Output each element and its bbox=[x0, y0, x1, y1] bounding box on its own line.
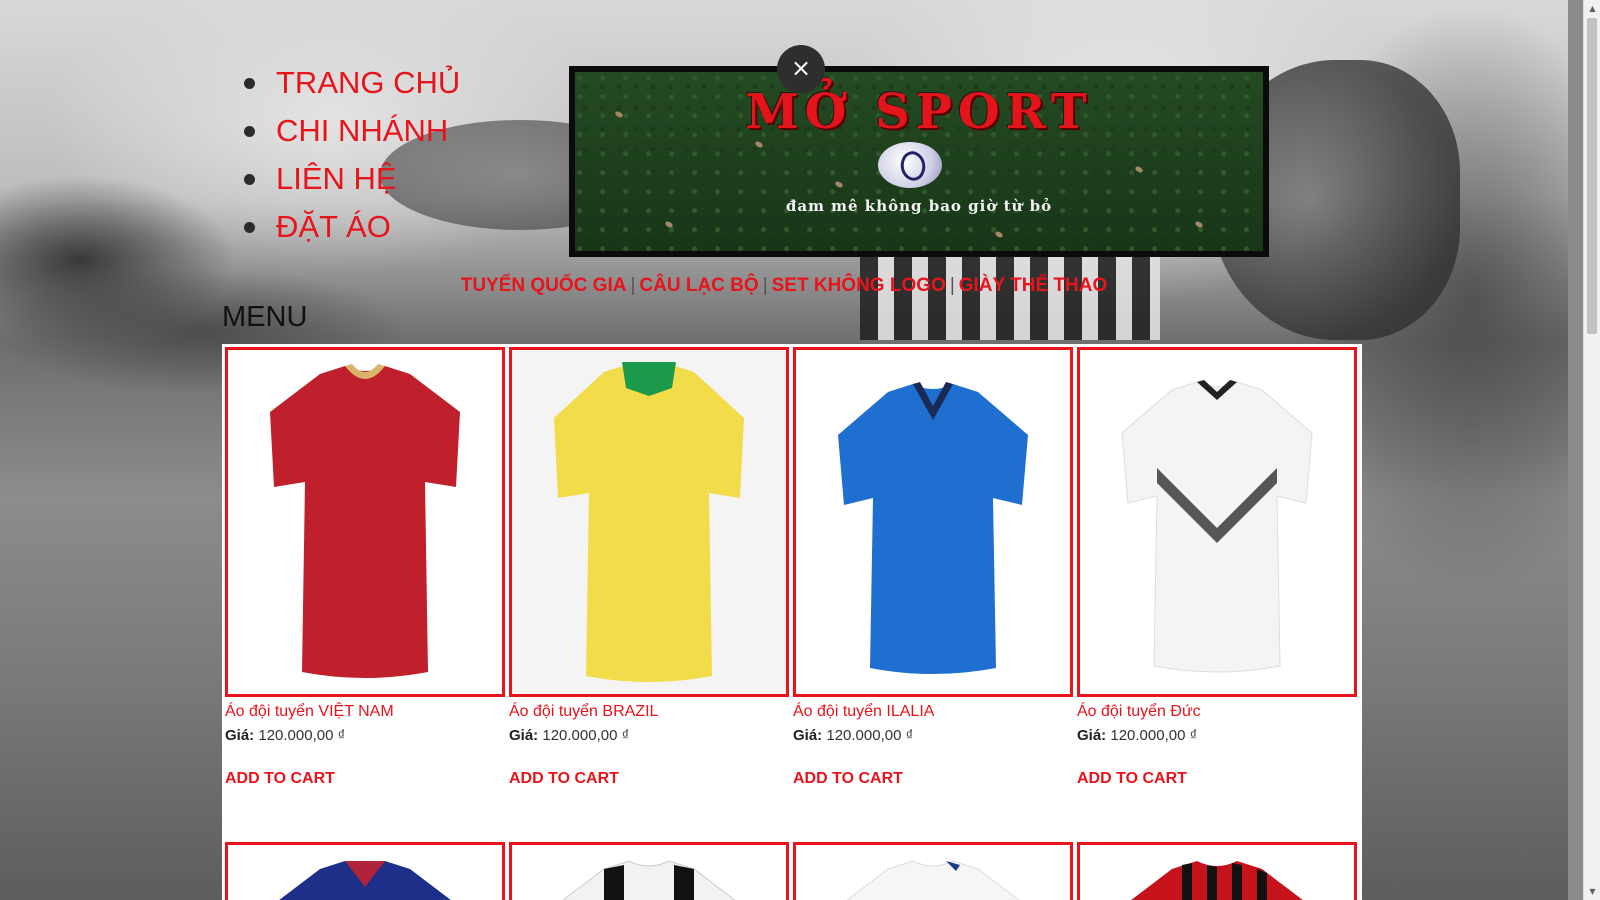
jersey-body bbox=[846, 860, 1020, 900]
add-to-cart-button[interactable]: ADD TO CART bbox=[225, 770, 335, 788]
product-card bbox=[1077, 842, 1357, 900]
product-image[interactable] bbox=[1077, 347, 1357, 697]
bullet-icon bbox=[244, 126, 255, 137]
product-image[interactable] bbox=[225, 842, 505, 900]
price-value: 120.000,00 ₫ bbox=[826, 727, 914, 744]
nav-item-label: ĐẶT ÁO bbox=[276, 209, 391, 244]
leaf-decoration bbox=[1194, 220, 1204, 229]
product-card: Áo đội tuyển VIỆT NAM Giá: 120.000,00 ₫ … bbox=[225, 347, 505, 788]
nav-item-trang-chu[interactable]: TRANG CHỦ bbox=[240, 62, 460, 110]
scroll-up-icon[interactable]: ▲ bbox=[1584, 0, 1600, 17]
product-image[interactable] bbox=[1077, 842, 1357, 900]
leaf-decoration bbox=[1134, 165, 1144, 174]
price-label: Giá: bbox=[793, 727, 823, 744]
product-card: Áo đội tuyển Đức Giá: 120.000,00 ₫ ADD T… bbox=[1077, 347, 1357, 788]
nav-item-lien-he[interactable]: LIÊN HỆ bbox=[240, 158, 460, 206]
product-name[interactable]: Áo đội tuyển Đức bbox=[1077, 703, 1357, 725]
product-image[interactable] bbox=[793, 347, 1073, 697]
product-card: Áo đội tuyển BRAZIL Giá: 120.000,00 ₫ AD… bbox=[509, 347, 789, 788]
product-image[interactable] bbox=[509, 842, 789, 900]
price-value: 120.000,00 ₫ bbox=[542, 727, 630, 744]
leaf-decoration bbox=[664, 220, 674, 229]
nav-item-label: CHI NHÁNH bbox=[276, 113, 449, 148]
product-price: Giá: 120.000,00 ₫ bbox=[509, 727, 789, 744]
product-card bbox=[509, 842, 789, 900]
brand-logo-text: MỞ SPORT bbox=[745, 84, 1093, 140]
nav-item-dat-ao[interactable]: ĐẶT ÁO bbox=[240, 206, 460, 254]
category-link-cau-lac-bo[interactable]: CÂU LẠC BỘ bbox=[639, 275, 758, 296]
category-link-giay-the-thao[interactable]: GIÀY THỂ THAO bbox=[959, 275, 1108, 296]
price-label: Giá: bbox=[1077, 727, 1107, 744]
nav-item-chi-nhanh[interactable]: CHI NHÁNH bbox=[240, 110, 460, 158]
bullet-icon bbox=[244, 174, 255, 185]
jersey-body bbox=[838, 384, 1028, 674]
brand-tagline: đam mê không bao giờ từ bỏ bbox=[785, 197, 1053, 215]
product-name[interactable]: Áo đội tuyển BRAZIL bbox=[509, 703, 789, 725]
jersey-germany-image bbox=[1121, 380, 1313, 673]
category-link-set-khong-logo[interactable]: SET KHÔNG LOGO bbox=[772, 275, 946, 296]
leaf-decoration bbox=[994, 230, 1004, 239]
jersey-barcelona-image bbox=[279, 861, 451, 900]
category-separator: | bbox=[630, 275, 636, 296]
product-image[interactable] bbox=[225, 347, 505, 697]
nav-item-label: LIÊN HỆ bbox=[276, 161, 397, 196]
bullet-icon bbox=[244, 78, 255, 89]
price-label: Giá: bbox=[509, 727, 539, 744]
bullet-icon bbox=[244, 222, 255, 233]
jersey-vietnam-image bbox=[270, 364, 460, 678]
scroll-down-icon[interactable]: ▼ bbox=[1584, 883, 1600, 900]
jersey-milan-image bbox=[1131, 861, 1303, 900]
category-separator: | bbox=[949, 275, 955, 296]
page-scrollbar[interactable]: ▲ ▼ bbox=[1583, 0, 1600, 900]
jersey-brazil-image bbox=[554, 362, 744, 682]
jersey-juventus-image bbox=[562, 860, 736, 900]
leaf-decoration bbox=[754, 140, 764, 149]
price-label: Giá: bbox=[225, 727, 255, 744]
menu-heading: MENU bbox=[222, 301, 308, 333]
jersey-body bbox=[270, 366, 460, 678]
product-card bbox=[225, 842, 505, 900]
add-to-cart-button[interactable]: ADD TO CART bbox=[509, 770, 619, 788]
close-button[interactable]: × bbox=[777, 45, 825, 93]
price-value: 120.000,00 ₫ bbox=[1110, 727, 1198, 744]
product-image[interactable] bbox=[793, 842, 1073, 900]
leaf-decoration bbox=[834, 180, 844, 189]
football-icon bbox=[878, 142, 942, 188]
product-price: Giá: 120.000,00 ₫ bbox=[225, 727, 505, 744]
jersey-white-image bbox=[846, 860, 1020, 900]
add-to-cart-button[interactable]: ADD TO CART bbox=[1077, 770, 1187, 788]
price-value: 120.000,00 ₫ bbox=[258, 727, 346, 744]
nav-item-label: TRANG CHỦ bbox=[276, 65, 461, 100]
brand-banner: MỞ SPORT đam mê không bao giờ từ bỏ bbox=[569, 66, 1269, 257]
add-to-cart-button[interactable]: ADD TO CART bbox=[793, 770, 903, 788]
product-name[interactable]: Áo đội tuyển ILALIA bbox=[793, 703, 1073, 725]
jersey-body bbox=[562, 860, 736, 900]
category-link-tuyen-quoc-gia[interactable]: TUYỂN QUỐC GIA bbox=[461, 275, 627, 296]
product-name[interactable]: Áo đội tuyển VIỆT NAM bbox=[225, 703, 505, 725]
jersey-body bbox=[554, 364, 744, 682]
product-card bbox=[793, 842, 1073, 900]
top-nav: TRANG CHỦ CHI NHÁNH LIÊN HỆ ĐẶT ÁO bbox=[240, 62, 460, 254]
product-price: Giá: 120.000,00 ₫ bbox=[793, 727, 1073, 744]
product-card: Áo đội tuyển ILALIA Giá: 120.000,00 ₫ AD… bbox=[793, 347, 1073, 788]
jersey-body bbox=[1121, 381, 1313, 673]
product-price: Giá: 120.000,00 ₫ bbox=[1077, 727, 1357, 744]
category-nav: TUYỂN QUỐC GIA | CÂU LẠC BỘ | SET KHÔNG LOGO… bbox=[0, 275, 1568, 297]
scrollbar-thumb[interactable] bbox=[1587, 18, 1597, 334]
jersey-italia-image bbox=[838, 382, 1028, 674]
product-image[interactable] bbox=[509, 347, 789, 697]
product-grid: Áo đội tuyển VIỆT NAM Giá: 120.000,00 ₫ … bbox=[222, 344, 1362, 900]
category-separator: | bbox=[762, 275, 768, 296]
